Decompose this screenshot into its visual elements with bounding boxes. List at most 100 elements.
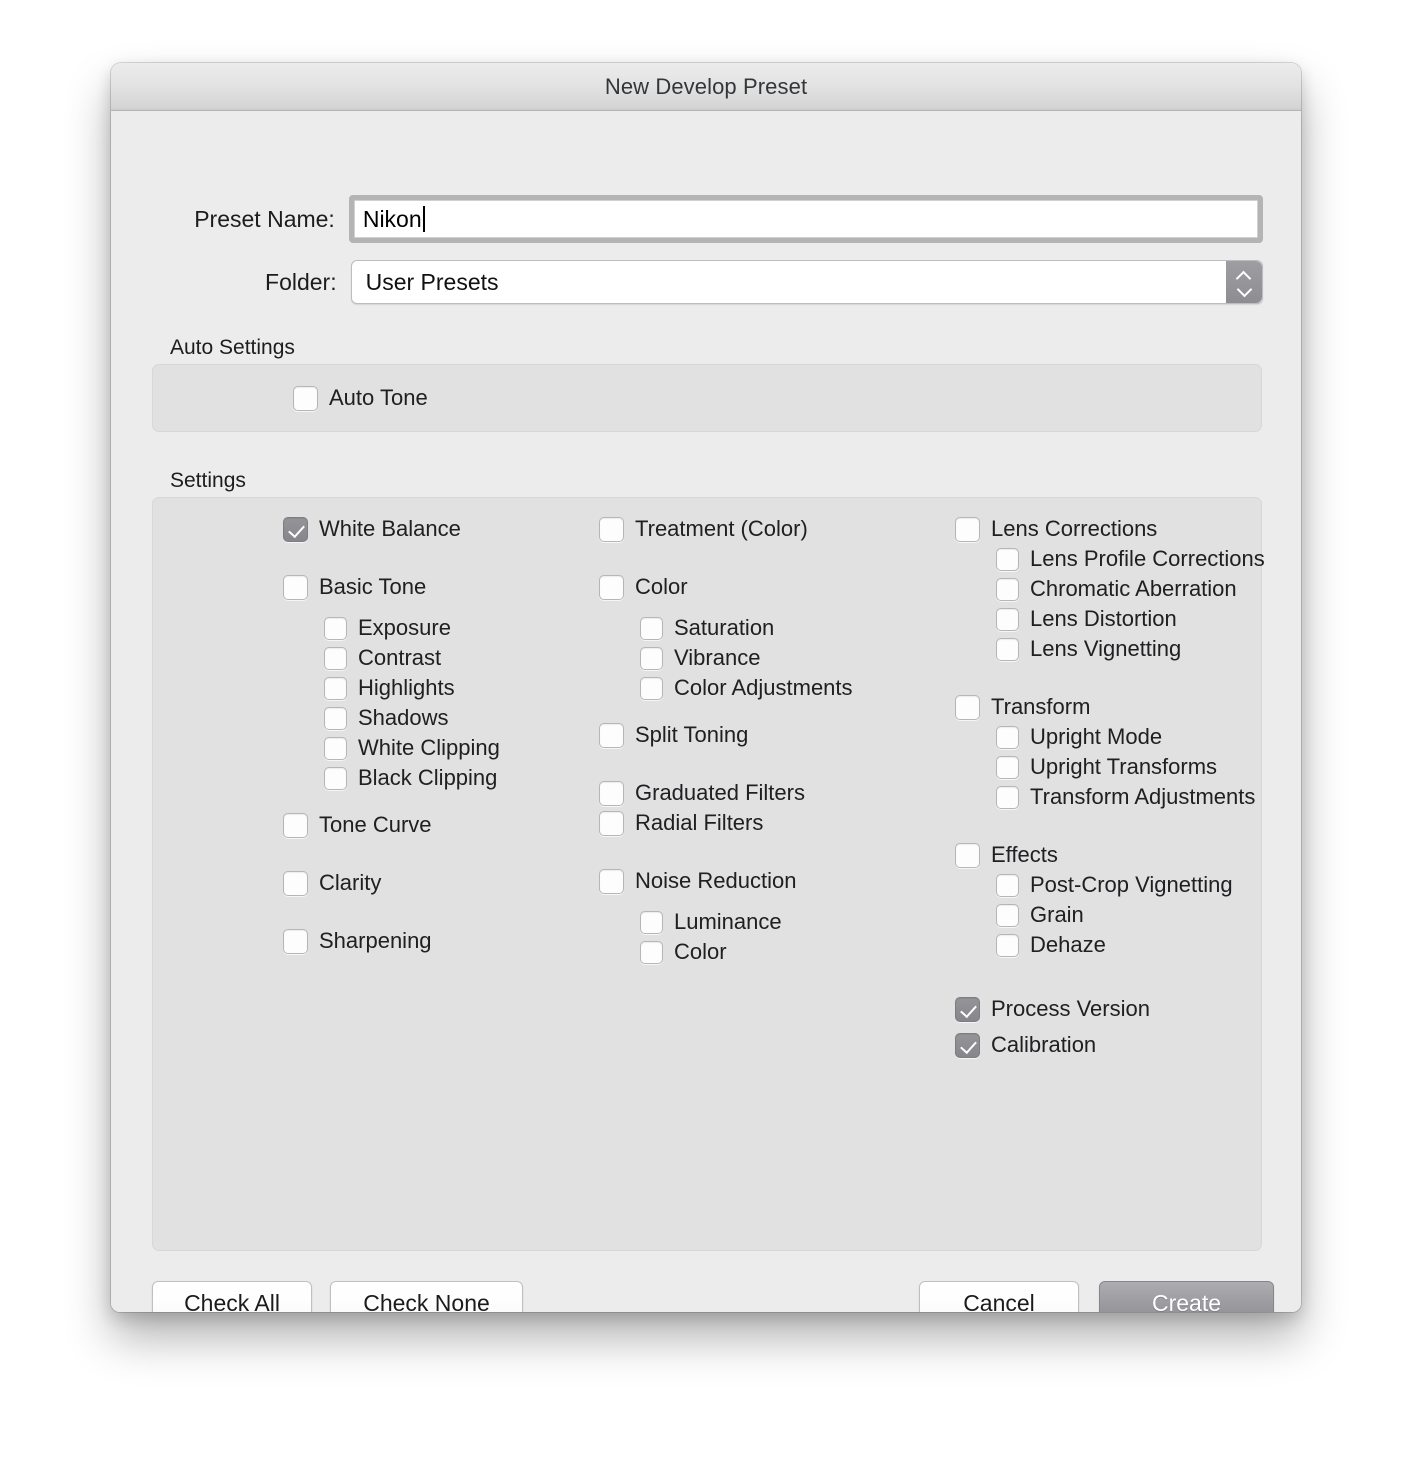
folder-stepper[interactable] xyxy=(1226,261,1262,303)
checkbox-row[interactable]: Grain xyxy=(996,902,1084,928)
checkbox-row[interactable]: Transform Adjustments xyxy=(996,784,1255,810)
checkbox-row[interactable]: Clarity xyxy=(283,870,381,896)
checkbox-row[interactable]: Highlights xyxy=(324,675,455,701)
checkbox-icon[interactable] xyxy=(599,574,624,600)
checkbox-icon[interactable] xyxy=(996,607,1019,631)
preset-name-value: Nikon xyxy=(362,205,422,232)
checkbox-row[interactable]: Tone Curve xyxy=(283,812,432,838)
checkbox-row[interactable]: Radial Filters xyxy=(599,810,763,836)
checkbox-icon[interactable] xyxy=(640,910,663,934)
checkbox-row[interactable]: Graduated Filters xyxy=(599,780,805,806)
text-caret xyxy=(422,206,425,232)
checkbox-row[interactable]: Sharpening xyxy=(283,928,432,954)
checkbox-row[interactable]: Color xyxy=(599,574,688,600)
preset-name-label: Preset Name: xyxy=(194,205,335,232)
checkbox-icon[interactable] xyxy=(599,810,624,836)
auto-settings-group: Auto Tone xyxy=(152,364,1262,432)
checkbox-row[interactable]: Vibrance xyxy=(640,645,760,671)
checkbox-row[interactable]: Basic Tone xyxy=(283,574,426,600)
checkbox-row[interactable]: Split Toning xyxy=(599,722,748,748)
checkbox-icon[interactable] xyxy=(996,873,1019,897)
check-none-button[interactable]: Check None xyxy=(330,1281,523,1312)
checkbox-row[interactable]: Shadows xyxy=(324,705,449,731)
checkbox-icon[interactable] xyxy=(283,870,308,896)
checkbox-row[interactable]: Effects xyxy=(955,842,1058,868)
checkbox-icon[interactable] xyxy=(324,616,347,640)
checkbox-icon[interactable] xyxy=(324,676,347,700)
checkbox-row[interactable]: Lens Distortion xyxy=(996,606,1177,632)
checkbox-icon[interactable] xyxy=(640,646,663,670)
checkbox-icon[interactable] xyxy=(996,933,1019,957)
checkbox-label: Grain xyxy=(1030,902,1084,927)
checkbox-row[interactable]: Exposure xyxy=(324,615,451,641)
checkbox-checked-icon[interactable] xyxy=(955,1032,980,1058)
check-all-button[interactable]: Check All xyxy=(152,1281,312,1312)
checkbox-label: Contrast xyxy=(358,645,442,670)
checkbox-icon[interactable] xyxy=(996,547,1019,571)
checkbox-icon[interactable] xyxy=(599,516,624,542)
checkbox-icon[interactable] xyxy=(640,676,663,700)
checkbox-label: Effects xyxy=(991,842,1058,867)
checkbox-icon[interactable] xyxy=(324,706,347,730)
checkbox-row[interactable]: Calibration xyxy=(955,1032,1096,1058)
checkbox-row[interactable]: Chromatic Aberration xyxy=(996,576,1237,602)
checkbox-label: Saturation xyxy=(674,615,775,640)
checkbox-icon[interactable] xyxy=(283,574,308,600)
checkbox-icon[interactable] xyxy=(996,903,1019,927)
dialog-body: Preset Name: Nikon Folder: User Presets xyxy=(111,111,1301,1312)
checkbox-icon[interactable] xyxy=(324,736,347,760)
checkbox-row[interactable]: Post-Crop Vignetting xyxy=(996,872,1233,898)
checkbox-icon[interactable] xyxy=(324,646,347,670)
checkbox-icon[interactable] xyxy=(293,385,318,411)
checkbox-icon[interactable] xyxy=(599,868,624,894)
checkbox-row[interactable]: Luminance xyxy=(640,909,782,935)
checkbox-row[interactable]: Lens Corrections xyxy=(955,516,1157,542)
checkbox-icon[interactable] xyxy=(283,928,308,954)
create-button[interactable]: Create xyxy=(1099,1281,1274,1312)
checkbox-row[interactable]: Color xyxy=(640,939,727,965)
checkbox-label: Luminance xyxy=(674,909,782,934)
preset-name-input[interactable]: Nikon xyxy=(353,200,1258,238)
checkbox-row[interactable]: White Clipping xyxy=(324,735,500,761)
checkbox-label: Upright Mode xyxy=(1030,724,1163,749)
checkbox-icon[interactable] xyxy=(283,812,308,838)
checkbox-row[interactable]: Contrast xyxy=(324,645,441,671)
checkbox-icon[interactable] xyxy=(955,842,980,868)
checkbox-label: Split Toning xyxy=(635,722,749,747)
checkbox-icon[interactable] xyxy=(955,694,980,720)
checkbox-row[interactable]: White Balance xyxy=(283,516,461,542)
checkbox-row[interactable]: Dehaze xyxy=(996,932,1106,958)
checkbox-label: Sharpening xyxy=(319,928,432,953)
checkbox-icon[interactable] xyxy=(324,766,347,790)
checkbox-row[interactable]: Noise Reduction xyxy=(599,868,796,894)
checkbox-icon[interactable] xyxy=(640,616,663,640)
checkbox-icon[interactable] xyxy=(599,722,624,748)
checkbox-row[interactable]: Saturation xyxy=(640,615,774,641)
checkbox-row[interactable]: Color Adjustments xyxy=(640,675,853,701)
checkbox-icon[interactable] xyxy=(996,725,1019,749)
folder-select[interactable]: User Presets xyxy=(350,260,1263,304)
checkbox-checked-icon[interactable] xyxy=(955,996,980,1022)
checkbox-label: Chromatic Aberration xyxy=(1030,576,1237,601)
screen: New Develop Preset Preset Name: Nikon Fo… xyxy=(0,0,1412,1472)
checkbox-row[interactable]: Upright Transforms xyxy=(996,754,1217,780)
checkbox-row[interactable]: Lens Profile Corrections xyxy=(996,546,1265,572)
checkbox-icon[interactable] xyxy=(996,785,1019,809)
checkbox-icon[interactable] xyxy=(996,577,1019,601)
cancel-button[interactable]: Cancel xyxy=(919,1281,1079,1312)
checkbox-row[interactable]: Lens Vignetting xyxy=(996,636,1181,662)
checkbox-row[interactable]: Transform xyxy=(955,694,1090,720)
checkbox-row[interactable]: Process Version xyxy=(955,996,1150,1022)
checkbox-label: Lens Vignetting xyxy=(1030,636,1182,661)
checkbox-row[interactable]: Treatment (Color) xyxy=(599,516,808,542)
checkbox-icon[interactable] xyxy=(955,516,980,542)
checkbox-icon[interactable] xyxy=(640,940,663,964)
settings-group: White Balance Basic Tone Exposure Contrast H… xyxy=(152,497,1265,1251)
checkbox-icon[interactable] xyxy=(996,637,1019,661)
checkbox-checked-icon[interactable] xyxy=(283,516,308,542)
checkbox-row[interactable]: Black Clipping xyxy=(324,765,497,791)
checkbox-icon[interactable] xyxy=(599,780,624,806)
checkbox-row-auto-tone[interactable]: Auto Tone xyxy=(293,385,428,411)
checkbox-icon[interactable] xyxy=(996,755,1019,779)
checkbox-row[interactable]: Upright Mode xyxy=(996,724,1162,750)
